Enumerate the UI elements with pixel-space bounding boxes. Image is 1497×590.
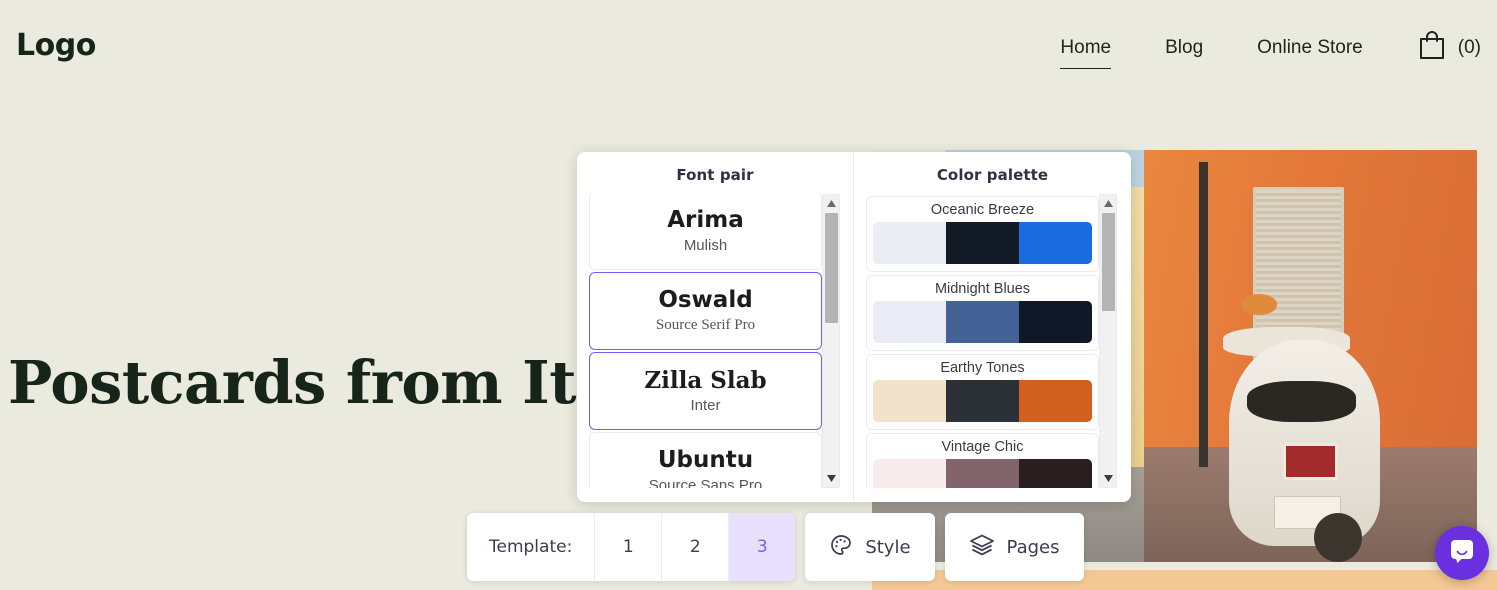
pages-button-label: Pages — [1006, 536, 1060, 558]
palette-swatches — [873, 301, 1092, 343]
photo-scooter-taillight — [1283, 442, 1338, 480]
cart-widget[interactable]: (0) — [1418, 30, 1481, 66]
nav-link-blog[interactable]: Blog — [1138, 33, 1230, 63]
scroll-down-arrow-icon[interactable] — [1100, 470, 1116, 487]
font-pair-option-zilla-slab[interactable]: Zilla Slab Inter — [589, 352, 822, 430]
color-palette-list: Oceanic Breeze Midnight Blues Earthy Ton… — [866, 196, 1099, 488]
hero-heading: Postcards from Ita — [8, 348, 614, 417]
color-palette-scrollbar[interactable] — [1099, 194, 1117, 488]
palette-name: Midnight Blues — [934, 281, 1031, 297]
swatch-2 — [946, 301, 1019, 343]
swatch-1 — [873, 459, 946, 488]
template-option-1[interactable]: 1 — [594, 513, 661, 581]
palette-swatches — [873, 380, 1092, 422]
font-pair-option-ubuntu[interactable]: Ubuntu Source Sans Pro — [589, 432, 822, 488]
photo-scooter-seat — [1247, 380, 1356, 422]
style-button-label: Style — [865, 536, 911, 558]
palette-name: Earthy Tones — [940, 360, 1025, 376]
style-button[interactable]: Style — [805, 513, 935, 581]
nav-link-home[interactable]: Home — [1033, 33, 1138, 69]
photo-scooter-wheel — [1313, 512, 1363, 562]
site-logo[interactable]: Logo — [16, 28, 96, 63]
site-header: Logo Home Blog Online Store (0) — [0, 0, 1497, 92]
intercom-chat-button[interactable] — [1435, 526, 1489, 580]
swatch-1 — [873, 380, 946, 422]
scroll-up-arrow-icon[interactable] — [823, 195, 839, 212]
swatch-1 — [873, 222, 946, 264]
palette-name: Vintage Chic — [941, 439, 1024, 455]
color-palette-column: Color palette Oceanic Breeze Midnight Bl… — [854, 152, 1131, 502]
layers-icon — [969, 533, 995, 562]
scroll-down-arrow-icon[interactable] — [823, 470, 839, 487]
color-palette-scroll-thumb[interactable] — [1102, 213, 1115, 311]
palette-swatches — [873, 222, 1092, 264]
font-secondary-name: Inter — [690, 397, 721, 415]
font-primary-name: Oswald — [658, 286, 753, 313]
editor-canvas: Logo Home Blog Online Store (0) Postcard… — [0, 0, 1497, 590]
template-selector-group: Template: 1 2 3 — [467, 513, 796, 581]
cart-count: (0) — [1457, 37, 1481, 58]
swatch-2 — [946, 459, 1019, 488]
palette-option-midnight-blues[interactable]: Midnight Blues — [866, 275, 1099, 351]
pages-button[interactable]: Pages — [944, 513, 1084, 581]
swatch-3 — [1019, 301, 1092, 343]
scroll-up-arrow-icon[interactable] — [1100, 195, 1116, 212]
font-pair-option-oswald[interactable]: Oswald Source Serif Pro — [589, 272, 822, 350]
palette-name: Oceanic Breeze — [930, 202, 1035, 218]
font-secondary-name: Mulish — [683, 237, 728, 255]
main-navigation: Home Blog Online Store (0) — [1033, 30, 1481, 69]
palette-swatches — [873, 459, 1092, 488]
font-primary-name: Ubuntu — [657, 446, 754, 473]
palette-option-oceanic-breeze[interactable]: Oceanic Breeze — [866, 196, 1099, 272]
font-pair-title: Font pair — [676, 166, 754, 184]
swatch-3 — [1019, 380, 1092, 422]
nav-link-online-store[interactable]: Online Store — [1230, 33, 1390, 63]
palette-option-vintage-chic[interactable]: Vintage Chic — [866, 433, 1099, 488]
font-pair-scroll-thumb[interactable] — [825, 213, 838, 323]
swatch-2 — [946, 222, 1019, 264]
swatch-1 — [873, 301, 946, 343]
font-pair-option-arima[interactable]: Arima Mulish — [589, 194, 822, 270]
font-secondary-name: Source Serif Pro — [655, 317, 756, 334]
template-option-3[interactable]: 3 — [728, 513, 796, 581]
template-option-2[interactable]: 2 — [661, 513, 728, 581]
font-primary-name: Zilla Slab — [644, 366, 767, 394]
font-secondary-name: Source Sans Pro — [648, 477, 763, 488]
photo-drainpipe — [1198, 162, 1209, 468]
template-label: Template: — [489, 537, 573, 557]
style-panel: Font pair Arima Mulish Oswald Source Ser… — [577, 152, 1131, 502]
font-pair-list: Arima Mulish Oswald Source Serif Pro Zil… — [589, 194, 822, 488]
color-palette-list-wrapper: Oceanic Breeze Midnight Blues Earthy Ton… — [866, 194, 1119, 488]
palette-option-earthy-tones[interactable]: Earthy Tones — [866, 354, 1099, 430]
font-primary-name: Arima — [667, 206, 744, 233]
swatch-2 — [946, 380, 1019, 422]
font-pair-list-wrapper: Arima Mulish Oswald Source Serif Pro Zil… — [589, 194, 842, 488]
swatch-3 — [1019, 222, 1092, 264]
shopping-bag-icon — [1418, 30, 1446, 66]
chat-bubble-icon — [1448, 537, 1476, 570]
photo-scooter-mirror — [1241, 294, 1278, 315]
color-palette-title: Color palette — [936, 166, 1049, 184]
swatch-3 — [1019, 459, 1092, 488]
palette-icon — [829, 533, 853, 562]
editor-toolbar: Template: 1 2 3 Style Pages — [467, 513, 1084, 581]
font-pair-scrollbar[interactable] — [822, 194, 840, 488]
font-pair-column: Font pair Arima Mulish Oswald Source Ser… — [577, 152, 854, 502]
